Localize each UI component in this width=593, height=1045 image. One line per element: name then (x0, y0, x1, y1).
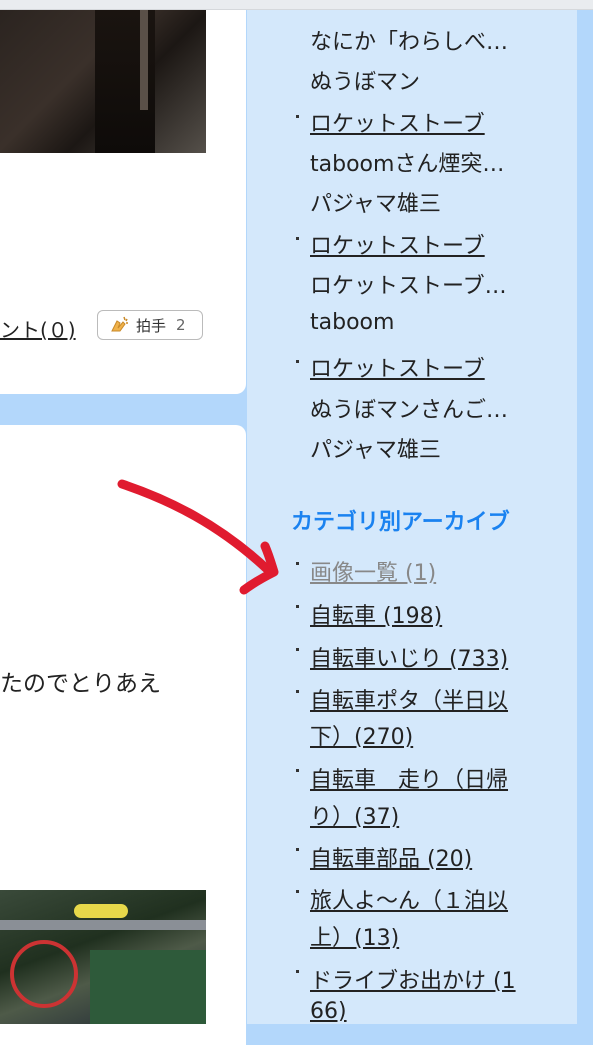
comment-article-link[interactable]: ロケットストーブ (310, 106, 485, 138)
category-link-bicycle[interactable]: 自転車 (198) (310, 598, 442, 630)
photo-yellow-bar (74, 904, 128, 918)
list-bullet (296, 562, 299, 565)
browser-top-bar (0, 0, 593, 10)
photo-wheel (10, 940, 78, 1008)
list-bullet (296, 648, 299, 651)
comment-author: パジャマ雄三 (310, 438, 441, 463)
comment-author: ぬうぼマン (310, 70, 421, 95)
list-bullet (296, 115, 299, 118)
clap-button[interactable]: 拍手 2 (97, 310, 203, 340)
list-bullet (296, 237, 299, 240)
category-link-bicycle-parts[interactable]: 自転車部品 (20) (310, 841, 472, 873)
category-link-bicycle-pota[interactable]: 自転車ポタ（半日以 (310, 683, 508, 715)
list-bullet (296, 848, 299, 851)
category-link-drive[interactable]: ドライブお出かけ (1 (310, 963, 516, 995)
article-body-text: たのでとりあえ (0, 671, 161, 697)
article-photo-2[interactable] (0, 890, 206, 1024)
category-link-drive-cont[interactable]: 66) (310, 999, 347, 1024)
comment-text: ロケットストーブ… (310, 274, 507, 299)
comment-author: パジャマ雄三 (310, 192, 441, 217)
comment-count-link[interactable]: ント(０) (0, 314, 76, 343)
category-link-bicycle-ride-cont[interactable]: り）(37) (310, 799, 399, 831)
page-background-right (577, 10, 593, 1024)
clap-count: 2 (176, 316, 186, 334)
category-link-images[interactable]: 画像一覧 (1) (310, 555, 436, 587)
list-bullet (296, 769, 299, 772)
list-bullet (296, 690, 299, 693)
comment-text: ぬうぼマンさんご… (310, 398, 509, 423)
category-link-bicycle-pota-cont[interactable]: 下）(270) (310, 719, 413, 751)
photo-green-cover (90, 950, 206, 1024)
category-link-bicycle-tinkering[interactable]: 自転車いじり (733) (310, 641, 508, 673)
comment-author: taboom (310, 310, 395, 335)
clap-label: 拍手 (136, 316, 167, 335)
category-link-travel-cont[interactable]: 上）(13) (310, 920, 399, 952)
photo-strap (140, 10, 148, 110)
category-link-bicycle-ride[interactable]: 自転車 走り（日帰 (310, 762, 508, 794)
comment-text: taboomさん煙突… (310, 152, 505, 177)
list-bullet (296, 605, 299, 608)
list-bullet (296, 890, 299, 893)
comment-article-link[interactable]: ロケットストーブ (310, 351, 485, 383)
red-arrow-annotation (117, 479, 279, 595)
comment-text: なにか「わらしべ… (310, 30, 509, 55)
photo-rail (0, 920, 206, 930)
list-bullet (296, 360, 299, 363)
clap-icon (111, 316, 128, 332)
category-link-travel[interactable]: 旅人よ～ん（１泊以 (310, 883, 508, 915)
article-photo[interactable] (0, 10, 206, 153)
list-bullet (296, 970, 299, 973)
comment-article-link[interactable]: ロケットストーブ (310, 228, 485, 260)
category-archive-title: カテゴリ別アーカイブ (291, 510, 510, 535)
